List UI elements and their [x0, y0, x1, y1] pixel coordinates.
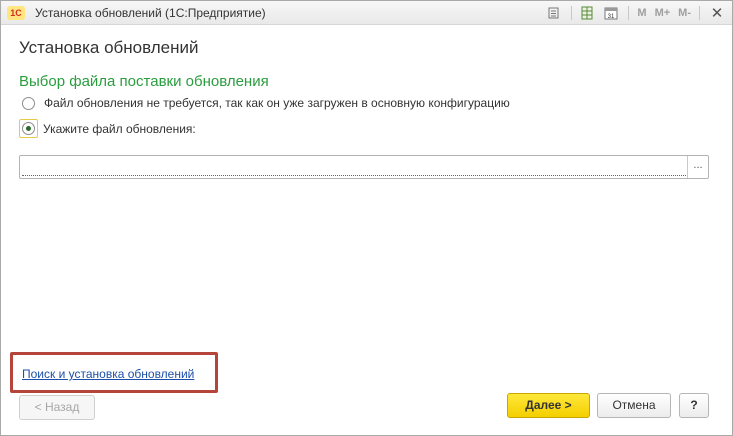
window-title: Установка обновлений (1С:Предприятие) [35, 6, 266, 20]
option-specify-file[interactable]: Укажите файл обновления: [19, 119, 196, 138]
title-bar: 1С Установка обновлений (1С:Предприятие)… [1, 1, 732, 25]
file-path-input[interactable] [22, 158, 686, 176]
memory-button[interactable]: M [637, 7, 646, 19]
next-button[interactable]: Далее > [507, 393, 590, 418]
radio-button[interactable] [22, 96, 35, 110]
search-and-install-updates-link[interactable]: Поиск и установка обновлений [22, 367, 194, 381]
close-icon[interactable]: ✕ [710, 4, 724, 22]
option-already-loaded[interactable]: Файл обновления не требуется, так как он… [19, 96, 510, 110]
select-file-button[interactable]: ... [687, 156, 708, 178]
update-install-window: 1С Установка обновлений (1С:Предприятие)… [0, 0, 733, 436]
calendar-icon[interactable]: 31 [602, 5, 620, 21]
memory-plus-button[interactable]: M+ [655, 7, 671, 19]
toolbar-separator [699, 6, 700, 20]
section-title: Выбор файла поставки обновления [19, 73, 269, 90]
option-label: Укажите файл обновления: [43, 121, 196, 136]
title-bar-toolbar: 31 M M+ M- ✕ [539, 4, 724, 22]
toolbar-separator [571, 6, 573, 20]
help-button[interactable]: ? [679, 393, 709, 418]
page-title: Установка обновлений [19, 38, 199, 57]
spreadsheet-icon[interactable] [578, 5, 596, 21]
memory-minus-button[interactable]: M- [678, 7, 691, 19]
document-icon[interactable] [545, 5, 563, 21]
toolbar-separator [628, 6, 630, 20]
calendar-day: 31 [608, 14, 615, 20]
file-path-field[interactable]: ... [19, 155, 709, 179]
radio-button-selected[interactable] [22, 122, 35, 135]
back-button[interactable]: < Назад [19, 395, 95, 420]
option-label: Файл обновления не требуется, так как он… [44, 96, 510, 110]
highlight-box: Поиск и установка обновлений [10, 352, 218, 393]
app-logo: 1С [7, 6, 25, 20]
radio-focus-frame [19, 119, 38, 138]
cancel-button[interactable]: Отмена [597, 393, 671, 418]
